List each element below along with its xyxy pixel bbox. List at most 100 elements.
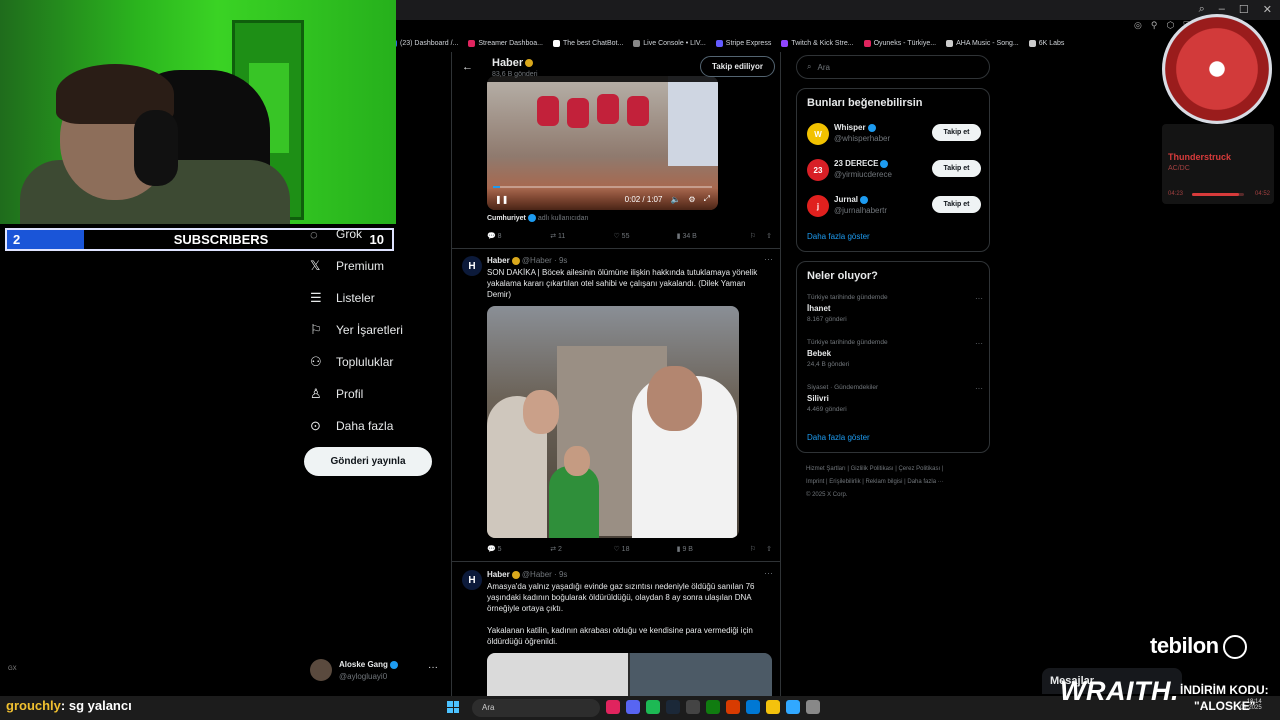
share-icon[interactable]: ⇧	[766, 232, 772, 240]
show-more-link[interactable]: Daha fazla göster	[807, 433, 870, 442]
sidebar-item-label: Premium	[336, 259, 385, 273]
post-button[interactable]: Gönderi yayınla	[304, 447, 432, 476]
sidebar-item-yer-i-aretleri[interactable]: ⚐ Yer İşaretleri	[310, 314, 450, 346]
search-input[interactable]: ⌕ Ara	[796, 55, 990, 79]
volume-icon[interactable]: 🔈	[670, 195, 680, 204]
sidebar-item-profil[interactable]: ♙ Profil	[310, 378, 450, 410]
profile-name: Haber	[492, 57, 534, 69]
photo-child	[549, 466, 599, 538]
sidebar-item-daha-fazla[interactable]: ⊙ Daha fazla	[310, 410, 450, 442]
bookmark-item[interactable]: Twitch & Kick Stre...	[781, 36, 854, 50]
extension-icon[interactable]: ◎	[1134, 20, 1142, 31]
trend-item[interactable]: Türkiye tarihinde gündemde Bebek 24,4 B gö…	[807, 339, 983, 379]
bookmark-icon: ⚐	[310, 322, 322, 337]
bookmark-item[interactable]: AHA Music - Song...	[946, 36, 1019, 50]
bookmark-icon[interactable]: ⚐	[750, 545, 756, 553]
video-controls: ❚❚ 0:02 / 1:07 🔈 ⚙ ⤢	[487, 188, 718, 210]
show-more-link[interactable]: Daha fazla göster	[807, 232, 870, 241]
footer-line[interactable]: Hizmet Şartları | Gizlilik Politikası | …	[806, 463, 986, 476]
subscriber-count: 2	[13, 232, 21, 247]
edge-icon[interactable]	[746, 700, 760, 714]
bookmark-item[interactable]: The best ChatBot...	[552, 36, 623, 50]
follow-button[interactable]: Takip et	[932, 160, 981, 177]
more-icon[interactable]: ···	[764, 568, 773, 578]
bookmark-item[interactable]: Streamer Dashboa...	[468, 36, 543, 50]
account-handle: @whisperhaber	[834, 134, 891, 143]
xbox-icon[interactable]	[706, 700, 720, 714]
steam-icon[interactable]	[666, 700, 680, 714]
avatar[interactable]: H	[462, 570, 482, 590]
bookmark-icon[interactable]: ⚐	[750, 232, 756, 240]
trend-context: Türkiye tarihinde gündemde	[807, 294, 888, 301]
windows-start-icon[interactable]	[447, 701, 459, 713]
trend-item[interactable]: Siyaset · Gündemdekiler Silivri 4.469 gönd…	[807, 384, 983, 424]
fullscreen-icon[interactable]: ⤢	[704, 194, 710, 204]
pause-icon[interactable]: ❚❚	[495, 195, 508, 204]
song-progress-fill	[1192, 193, 1239, 196]
photo-child-head	[564, 446, 590, 476]
repost-button[interactable]: ⇄ 2	[550, 545, 613, 553]
following-button[interactable]: Takip ediliyor	[700, 56, 775, 77]
more-icon[interactable]: ···	[975, 294, 983, 303]
more-icon[interactable]: ···	[975, 339, 983, 348]
back-arrow-icon[interactable]: ←	[462, 61, 473, 73]
app-icon[interactable]	[806, 700, 820, 714]
share-icon[interactable]: ⇧	[766, 545, 772, 553]
like-button[interactable]: ♡ 55	[613, 232, 676, 240]
trend-post-count: 8.167 gönderi	[807, 316, 847, 323]
song-progress	[1192, 193, 1244, 196]
reply-button[interactable]: 💬 8	[487, 232, 550, 240]
spotify-icon[interactable]	[646, 700, 660, 714]
sidebar-item-premium[interactable]: 𝕏 Premium	[310, 250, 450, 282]
follow-button[interactable]: Takip et	[932, 196, 981, 213]
avatar[interactable]: H	[462, 256, 482, 276]
settings-gear-icon[interactable]: ⚙	[688, 195, 695, 204]
follow-suggestion[interactable]: W Whisper @whisperhaber Takip et	[807, 121, 983, 149]
reply-button[interactable]: 💬 5	[487, 545, 550, 553]
app-icon[interactable]	[726, 700, 740, 714]
app-icon[interactable]	[606, 700, 620, 714]
views-button[interactable]: ▮ 34 B	[677, 232, 740, 240]
follow-button[interactable]: Takip et	[932, 124, 981, 141]
timeline[interactable]: ← Haber 83,6 B gönderi Takip ediliyor ❚❚…	[451, 52, 781, 696]
taskbar-search[interactable]: Ara	[472, 699, 600, 717]
account-switcher[interactable]: Aloske Gang @aylogluayi0 ···	[310, 656, 450, 686]
song-elapsed: 04:23	[1168, 191, 1184, 197]
bookmark-label: 6K Labs	[1038, 39, 1065, 47]
extension-icon[interactable]: ⚲	[1151, 20, 1158, 31]
sidebar-item-label: Profil	[336, 387, 364, 401]
more-icon[interactable]: ···	[975, 384, 983, 393]
bookmark-item[interactable]: (23) Dashboard /...	[390, 36, 458, 50]
more-icon[interactable]: ···	[428, 662, 438, 673]
photo-person-head	[523, 390, 559, 434]
sidebar-item-listeler[interactable]: ☰ Listeler	[310, 282, 450, 314]
bookmark-favicon-icon	[552, 39, 560, 47]
tweet-video[interactable]: ❚❚ 0:02 / 1:07 🔈 ⚙ ⤢	[487, 76, 718, 210]
follow-suggestion[interactable]: j Jurnal @jurnalhabertr Takip et	[807, 193, 983, 221]
sidebar-nav: ◌ Grok 𝕏 Premium ☰ Listeler ⚐ Yer İşaretleri ⚇ To…	[310, 218, 450, 442]
tweet-photo[interactable]	[487, 653, 772, 696]
avatar	[310, 659, 332, 681]
file-explorer-icon[interactable]	[766, 700, 780, 714]
more-icon[interactable]: ···	[764, 254, 773, 264]
sidebar-item-grok[interactable]: ◌ Grok	[310, 218, 450, 250]
bookmark-item[interactable]: Stripe Express	[715, 36, 771, 50]
tweet-photo[interactable]	[487, 306, 739, 538]
views-button[interactable]: ▮ 9 B	[677, 545, 740, 553]
follow-suggestion[interactable]: 23 23 DERECE @yirmiucderece Takip et	[807, 157, 983, 185]
like-button[interactable]: ♡ 18	[613, 545, 676, 553]
bookmark-item[interactable]: Live Console • LIV...	[633, 36, 706, 50]
verified-badge-icon	[525, 59, 534, 68]
sidebar-item-topluluklar[interactable]: ⚇ Topluluklar	[310, 346, 450, 378]
bookmark-item[interactable]: 6K Labs	[1028, 36, 1065, 50]
trend-item[interactable]: Türkiye tarihinde gündemde İhanet 8.167 gö…	[807, 294, 983, 334]
photoshop-icon[interactable]	[786, 700, 800, 714]
video-source[interactable]: Cumhuriyet adlı kullanıcıdan	[487, 214, 588, 222]
verified-badge-icon	[527, 214, 536, 222]
discord-icon[interactable]	[626, 700, 640, 714]
app-icon[interactable]	[686, 700, 700, 714]
now-playing-widget: Thunderstruck AC/DC 04:23 04:52	[1162, 14, 1274, 204]
footer-line[interactable]: Imprint | Erişilebilirlik | Reklam bilgi…	[806, 476, 986, 489]
bookmark-item[interactable]: Oyuneks - Türkiye...	[863, 36, 936, 50]
repost-button[interactable]: ⇄ 11	[550, 232, 613, 240]
